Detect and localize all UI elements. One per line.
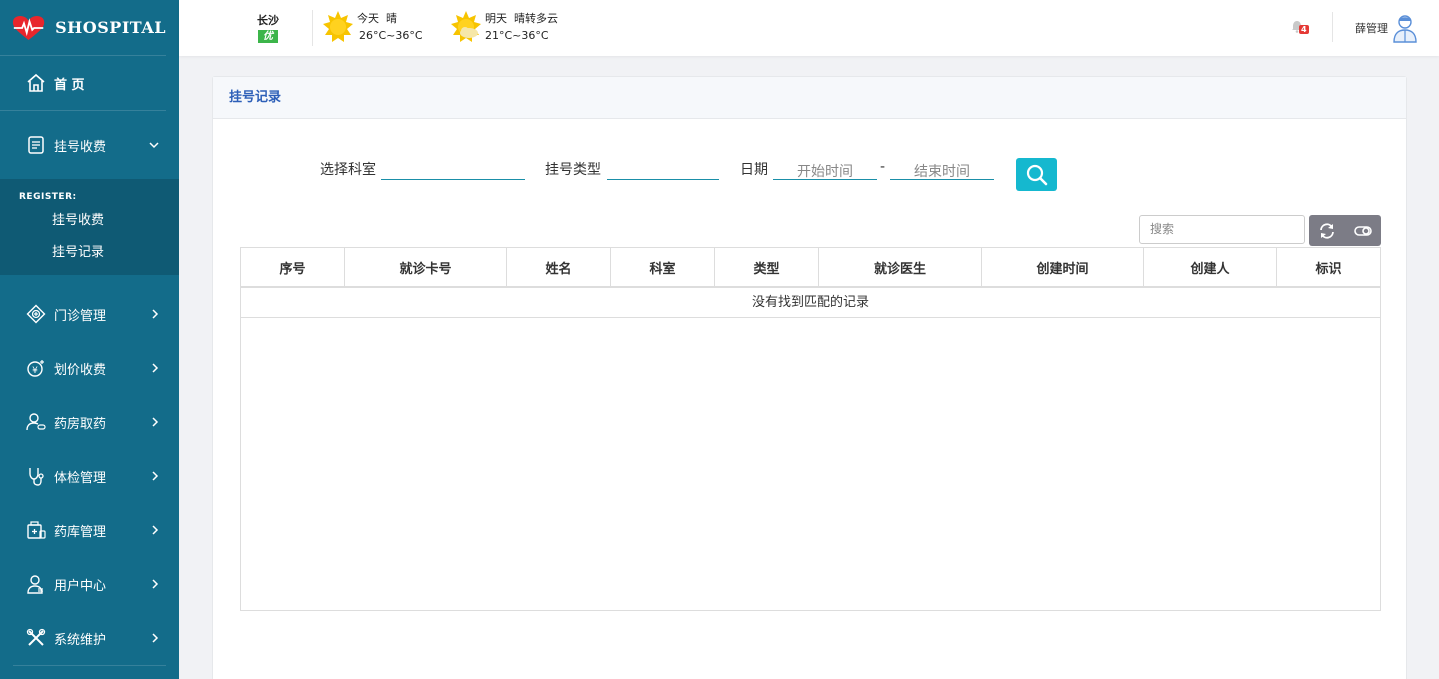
svg-text:¥: ¥ xyxy=(32,366,38,376)
sidebar-item-label: 门诊管理 xyxy=(54,308,107,324)
column-header[interactable]: 科室 xyxy=(611,248,715,286)
chevron-right-icon xyxy=(152,471,159,481)
submenu-item-register-records[interactable]: 挂号记录 xyxy=(0,237,179,269)
chevron-right-icon xyxy=(152,633,159,643)
sidebar-item-label: 药房取药 xyxy=(54,416,107,432)
sidebar-item-medicine-store[interactable]: 药库管理 xyxy=(0,503,179,557)
sidebar-item-label: 体检管理 xyxy=(54,470,107,486)
end-date-input[interactable]: 结束时间 xyxy=(890,161,994,181)
end-date-underline xyxy=(890,179,994,180)
refresh-button[interactable] xyxy=(1309,215,1345,246)
sidebar-item-pricing[interactable]: ¥ 划价收费 xyxy=(0,341,179,395)
refresh-icon xyxy=(1320,222,1334,239)
aqi-badge: 优 xyxy=(258,30,278,43)
column-header[interactable]: 创建人 xyxy=(1144,248,1277,286)
chevron-right-icon xyxy=(152,363,159,373)
date-dash: - xyxy=(880,159,886,175)
chevron-right-icon xyxy=(152,309,159,319)
city-name: 长沙 xyxy=(257,14,279,27)
column-header[interactable]: 姓名 xyxy=(507,248,611,286)
today-temp: 26°C~36°C xyxy=(359,29,423,42)
chevron-right-icon xyxy=(152,525,159,535)
sidebar-item-system[interactable]: 系统维护 xyxy=(0,611,179,665)
medicine-store-icon xyxy=(26,520,46,540)
table-search-input[interactable]: 搜索 xyxy=(1139,215,1305,244)
avatar[interactable] xyxy=(1393,13,1417,43)
table-toolbar xyxy=(1309,215,1381,246)
tools-icon xyxy=(26,628,46,648)
submenu-title: REGISTER: xyxy=(19,192,77,202)
sidebar-item-label: 划价收费 xyxy=(54,362,107,378)
department-label: 选择科室 xyxy=(320,162,376,178)
department-select[interactable] xyxy=(381,179,525,180)
user-name[interactable]: 薛管理 xyxy=(1355,20,1388,36)
empty-message: 没有找到匹配的记录 xyxy=(241,288,1380,318)
submenu-item-register-fee[interactable]: 挂号收费 xyxy=(0,205,179,237)
notification-badge: 4 xyxy=(1299,25,1309,34)
start-date-input[interactable]: 开始时间 xyxy=(773,161,877,181)
sidebar-item-label: 药库管理 xyxy=(54,524,107,540)
register-card-icon xyxy=(26,135,46,155)
sunny-cloudy-icon xyxy=(451,11,481,42)
yuan-icon: ¥ xyxy=(26,358,46,378)
sidebar-item-register[interactable]: 挂号收费 xyxy=(0,111,179,179)
divider xyxy=(312,10,313,46)
tomorrow-label: 明天 xyxy=(485,12,507,25)
today-label: 今天 xyxy=(357,12,379,25)
chevron-right-icon xyxy=(152,579,159,589)
weather-today: 今天 晴 26°C~36°C xyxy=(321,10,423,44)
filter-bar: 选择科室 挂号类型 日期 开始时间 - 结束时间 xyxy=(213,157,1406,197)
sidebar-item-label: 用户中心 xyxy=(54,578,107,594)
records-table: 序号 就诊卡号 姓名 科室 类型 就诊医生 创建时间 创建人 标识 没有找到匹配… xyxy=(240,247,1381,611)
table-header: 序号 就诊卡号 姓名 科室 类型 就诊医生 创建时间 创建人 标识 xyxy=(241,248,1380,288)
date-label: 日期 xyxy=(740,162,768,178)
user-icon xyxy=(26,574,46,594)
column-header[interactable]: 类型 xyxy=(715,248,819,286)
toggle-icon xyxy=(1354,225,1372,236)
topbar: 长沙 优 今天 晴 26°C~36°C 明天 晴转多云 21°C~36°C 4 … xyxy=(179,0,1439,56)
heart-pulse-logo-icon xyxy=(12,15,45,40)
panel-title: 挂号记录 xyxy=(213,77,1406,119)
stethoscope-icon xyxy=(26,466,46,486)
search-button[interactable] xyxy=(1016,158,1057,191)
column-header[interactable]: 序号 xyxy=(241,248,345,286)
records-panel: 挂号记录 选择科室 挂号类型 日期 开始时间 - 结束时间 搜索 序号 就诊卡号… xyxy=(212,76,1407,679)
sidebar-item-label: 首 页 xyxy=(54,77,85,93)
brand[interactable]: SHOSPITAL xyxy=(0,0,166,56)
sidebar-item-user-center[interactable]: 用户中心 xyxy=(0,557,179,611)
column-header[interactable]: 就诊卡号 xyxy=(345,248,507,286)
chevron-down-icon xyxy=(149,142,159,149)
pharmacy-icon xyxy=(26,412,46,432)
type-label: 挂号类型 xyxy=(545,162,601,178)
chevron-right-icon xyxy=(152,417,159,427)
column-header[interactable]: 创建时间 xyxy=(982,248,1144,286)
today-condition: 晴 xyxy=(386,12,397,25)
submenu-register: REGISTER: 挂号收费 挂号记录 xyxy=(0,179,179,275)
city-weather[interactable]: 长沙 优 xyxy=(257,12,279,43)
sidebar-item-label: 系统维护 xyxy=(54,632,107,648)
sidebar-item-physical-exam[interactable]: 体检管理 xyxy=(0,449,179,503)
sidebar: SHOSPITAL 首 页 挂号收费 REGISTER: 挂号收费 挂号记录 门… xyxy=(0,0,179,679)
start-date-underline xyxy=(773,179,877,180)
sidebar-item-label: 挂号收费 xyxy=(54,139,107,155)
type-select[interactable] xyxy=(607,179,719,180)
sidebar-item-pharmacy[interactable]: 药房取药 xyxy=(0,395,179,449)
brand-name: SHOSPITAL xyxy=(55,18,166,37)
sidebar-item-clinic[interactable]: 门诊管理 xyxy=(0,287,179,341)
column-header[interactable]: 标识 xyxy=(1277,248,1380,286)
home-icon xyxy=(26,73,46,93)
weather-tomorrow: 明天 晴转多云 21°C~36°C xyxy=(449,10,558,44)
toggle-view-button[interactable] xyxy=(1345,215,1381,246)
sidebar-divider xyxy=(13,665,166,666)
sunny-icon xyxy=(323,11,353,42)
divider xyxy=(1332,12,1333,42)
search-icon xyxy=(1026,164,1047,185)
sidebar-item-home[interactable]: 首 页 xyxy=(0,56,166,111)
column-header[interactable]: 就诊医生 xyxy=(819,248,982,286)
tomorrow-condition: 晴转多云 xyxy=(514,12,558,25)
clinic-icon xyxy=(26,304,46,324)
tomorrow-temp: 21°C~36°C xyxy=(485,29,549,42)
